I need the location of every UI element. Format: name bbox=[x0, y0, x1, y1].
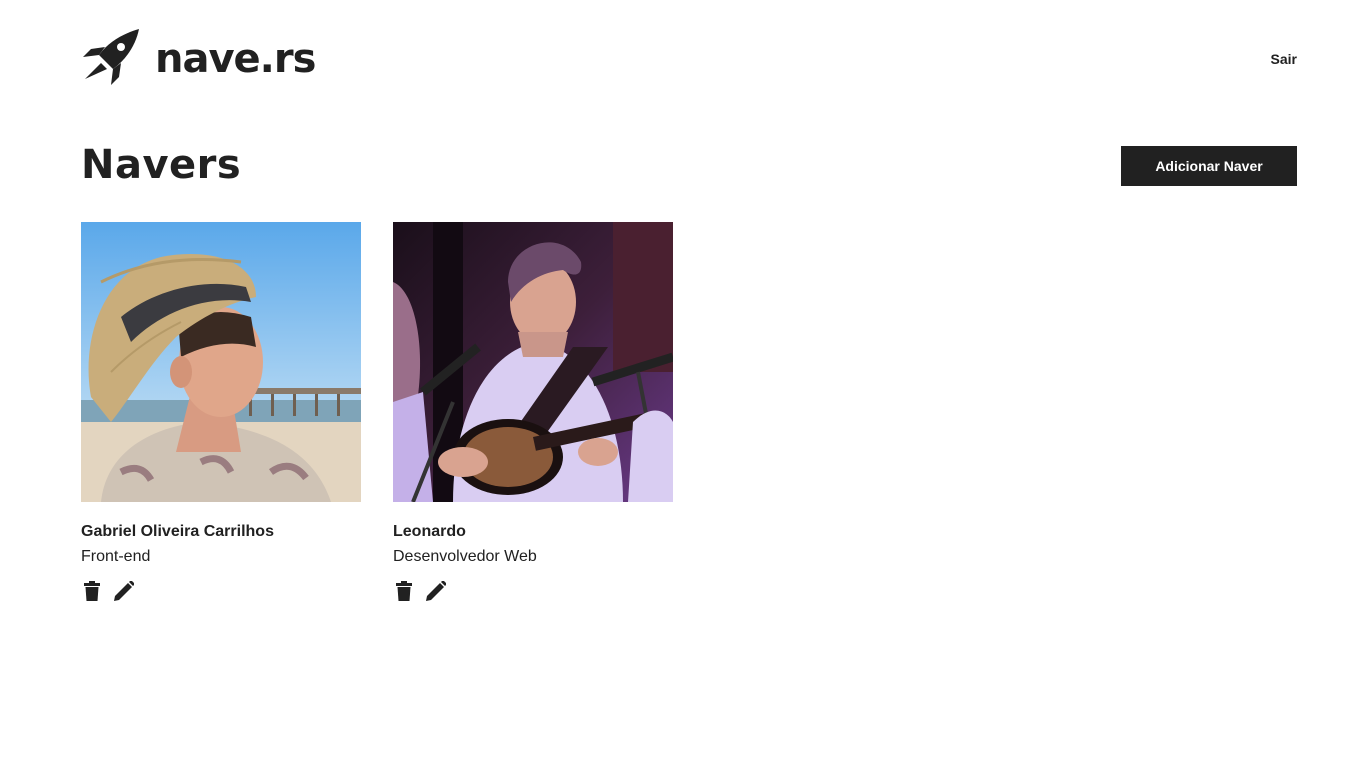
naver-actions bbox=[81, 580, 361, 602]
naver-name: Leonardo bbox=[393, 523, 466, 540]
logo[interactable]: nave.rs bbox=[81, 28, 316, 90]
logout-button[interactable]: Sair bbox=[1271, 51, 1297, 67]
header: nave.rs Sair bbox=[81, 28, 1297, 92]
add-naver-button[interactable]: Adicionar Naver bbox=[1121, 146, 1297, 186]
naver-job-role: Front-end bbox=[81, 548, 151, 565]
naver-name: Gabriel Oliveira Carrilhos bbox=[81, 523, 274, 540]
naver-photo[interactable] bbox=[393, 222, 673, 502]
title-row: Navers Adicionar Naver bbox=[81, 140, 1297, 192]
naver-card: Gabriel Oliveira Carrilhos Front-end bbox=[81, 222, 361, 602]
pencil-icon[interactable] bbox=[113, 580, 135, 602]
rocket-icon bbox=[81, 29, 141, 89]
trash-icon[interactable] bbox=[393, 580, 415, 602]
logo-text: nave.rs bbox=[155, 36, 316, 82]
naver-list: Gabriel Oliveira Carrilhos Front-end Leo… bbox=[81, 222, 673, 602]
naver-job-role: Desenvolvedor Web bbox=[393, 548, 537, 565]
trash-icon[interactable] bbox=[81, 580, 103, 602]
naver-card: Leonardo Desenvolvedor Web bbox=[393, 222, 673, 602]
pencil-icon[interactable] bbox=[425, 580, 447, 602]
page-title: Navers bbox=[81, 142, 242, 188]
naver-actions bbox=[393, 580, 673, 602]
naver-photo[interactable] bbox=[81, 222, 361, 502]
